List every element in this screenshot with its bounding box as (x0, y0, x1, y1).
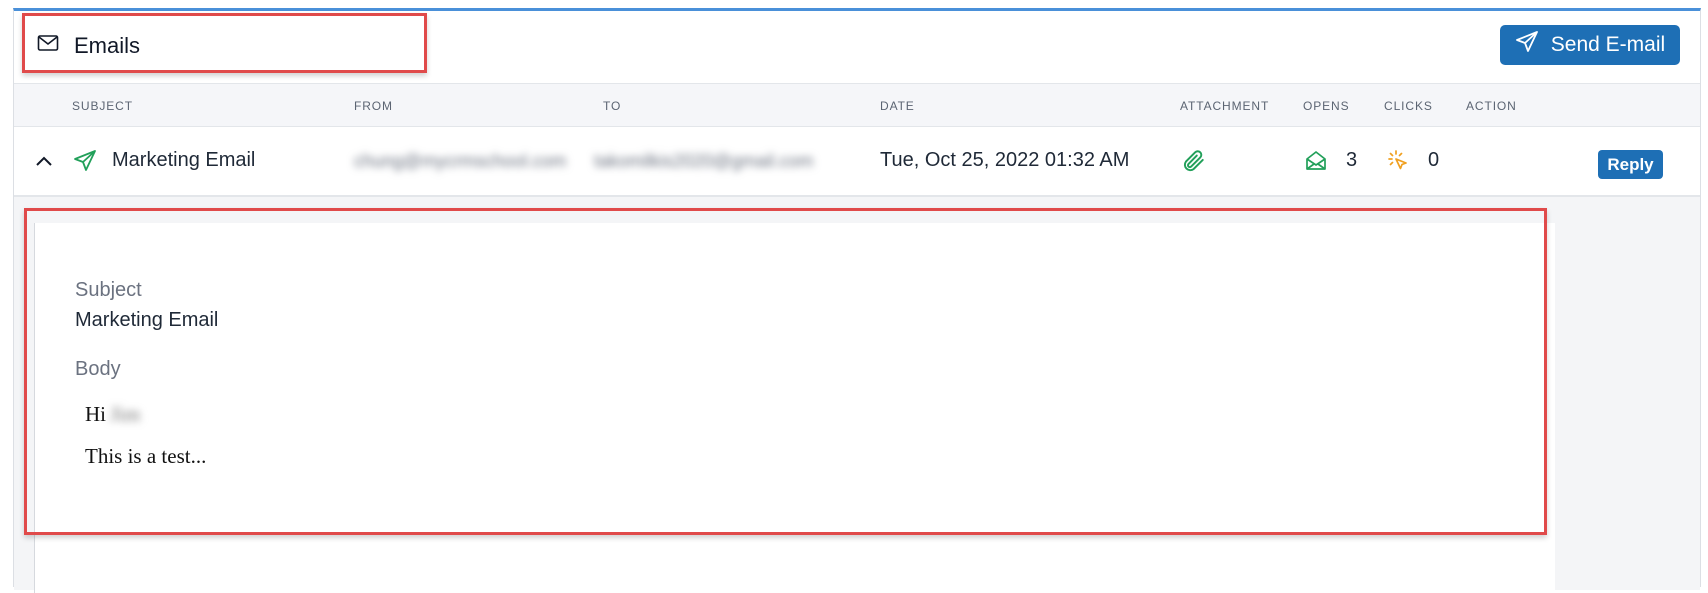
reply-button[interactable]: Reply (1598, 150, 1663, 179)
row-date: Tue, Oct 25, 2022 01:32 AM (880, 149, 1130, 171)
paperclip-icon[interactable] (1180, 148, 1206, 179)
column-date: DATE (880, 99, 915, 113)
paper-plane-icon (1515, 30, 1539, 60)
column-subject: SUBJECT (72, 99, 133, 113)
row-clicks: 0 (1428, 149, 1440, 171)
row-subject: Marketing Email (112, 149, 256, 171)
table-row[interactable]: Marketing Email chung@mycrmschool.com ta… (14, 127, 1700, 197)
chevron-up-icon[interactable] (34, 152, 54, 177)
send-email-button[interactable]: Send E-mail (1500, 25, 1680, 65)
row-to: takomilkis2020@gmail.com (594, 151, 814, 171)
column-opens: OPENS (1303, 99, 1350, 113)
click-cursor-icon (1386, 149, 1410, 178)
send-email-label: Send E-mail (1550, 33, 1666, 56)
open-envelope-icon (1304, 149, 1328, 178)
table-header: SUBJECT FROM TO DATE ATTACHMENT OPENS CL… (14, 83, 1700, 127)
highlight-title-box (22, 13, 427, 73)
column-attachment: ATTACHMENT (1180, 99, 1270, 113)
row-opens: 3 (1346, 149, 1358, 171)
column-to: TO (603, 99, 622, 113)
highlight-detail-box (24, 208, 1547, 535)
row-from: chung@mycrmschool.com (354, 151, 567, 171)
column-action: ACTION (1466, 99, 1517, 113)
column-clicks: CLICKS (1384, 99, 1433, 113)
column-from: FROM (354, 99, 393, 113)
sent-paper-plane-icon (73, 149, 97, 178)
